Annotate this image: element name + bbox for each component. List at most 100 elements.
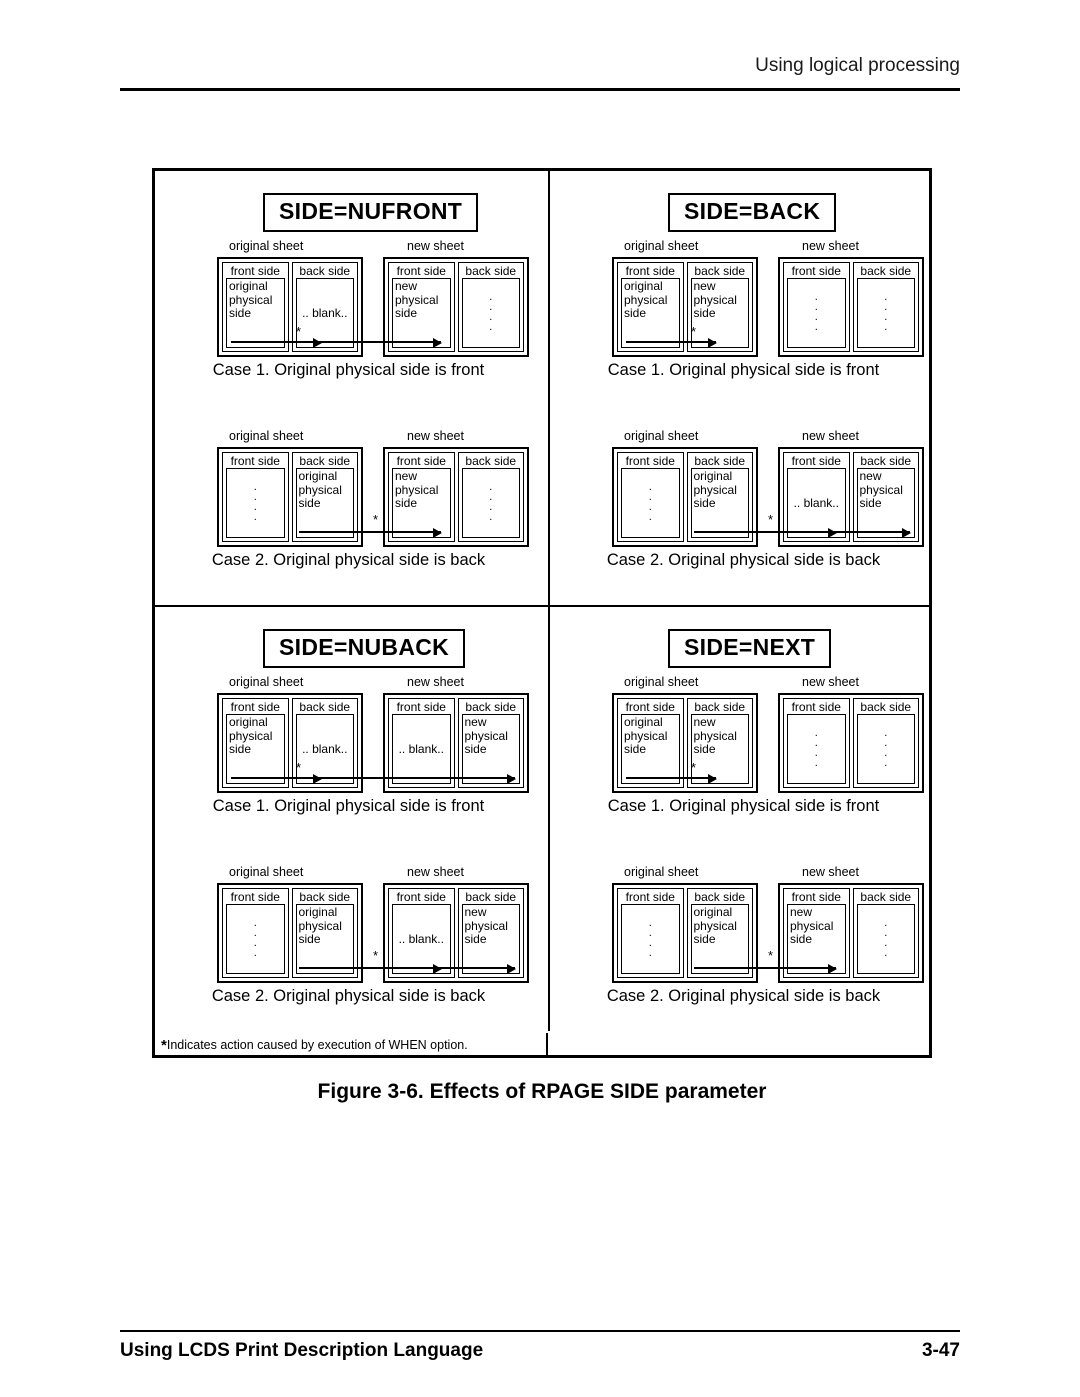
new-sheet-label: new sheet	[407, 865, 464, 879]
side-body-original-front: original physical side	[621, 714, 680, 784]
side-header-original-front: front side	[625, 454, 675, 468]
side-header-original-front: front side	[625, 890, 675, 904]
flow-arrow-original-back-to-new-front	[299, 528, 442, 538]
new-sheet-sides: front side new physical side back side....	[388, 452, 524, 542]
side-body-new-back: ....	[461, 278, 520, 348]
page-header: Using logical processing	[755, 55, 960, 76]
empty-dots-icon: ....	[884, 727, 888, 770]
side-header-original-front: front side	[625, 700, 675, 714]
side-column-original-front: front side....	[222, 452, 289, 542]
original-sheet-sides: front side original physical side back side.…	[222, 262, 358, 352]
side-header-original-back: back side	[299, 700, 351, 714]
footer-rule	[120, 1330, 960, 1332]
side-column-original-front: front side original physical side	[222, 698, 289, 788]
original-sheet-label: original sheet	[229, 675, 304, 689]
side-body-original-back: .. blank..	[295, 278, 354, 348]
side-body-new-front: .. blank..	[392, 714, 451, 784]
side-body-new-back: ....	[856, 714, 915, 784]
side-column-new-back: back side....	[852, 698, 919, 788]
side-parameter-title-back: SIDE=BACK	[668, 193, 837, 232]
physical-side-label: new physical side	[693, 715, 737, 756]
side-column-new-back: back side....	[852, 888, 919, 978]
footnote-label: Indicates action caused by execution of …	[166, 1037, 468, 1052]
physical-side-label: new physical side	[395, 279, 439, 320]
side-column-new-front: front side new physical side	[388, 262, 455, 352]
side-header-new-back: back side	[465, 890, 517, 904]
original-sheet-label: original sheet	[624, 675, 699, 689]
new-sheet-label: new sheet	[802, 239, 859, 253]
original-sheet-sides: front side.... back side original physical s…	[222, 888, 358, 978]
original-sheet-sides: front side.... back side original physical s…	[617, 452, 753, 542]
when-option-asterisk-icon: *	[768, 512, 774, 527]
side-body-original-front: ....	[621, 904, 680, 974]
flow-arrow-original-back-to-new-front	[694, 964, 837, 974]
side-header-original-back: back side	[694, 890, 746, 904]
side-column-original-back: back side .. blank..	[291, 698, 358, 788]
side-header-original-front: front side	[625, 264, 675, 278]
header-rule	[120, 88, 960, 91]
side-column-new-front: front side....	[783, 262, 850, 352]
when-option-asterisk-icon: *	[373, 512, 379, 527]
side-column-original-back: back side original physical side	[291, 452, 358, 542]
new-sheet-label: new sheet	[802, 865, 859, 879]
original-sheet-sides: front side original physical side back side n…	[617, 698, 753, 788]
side-header-new-front: front side	[396, 264, 446, 278]
original-sheet-label: original sheet	[624, 239, 699, 253]
new-sheet-sides: front side .. blank.. back side new physical…	[783, 452, 919, 542]
case-block: original sheet new sheet front side origina…	[550, 675, 937, 840]
side-header-new-back: back side	[860, 700, 912, 714]
when-option-asterisk-icon: *	[296, 324, 302, 339]
physical-side-label: original physical side	[229, 715, 273, 756]
blank-label: .. blank..	[398, 932, 444, 946]
side-body-original-front: ....	[621, 468, 680, 538]
original-sheet-sides: front side.... back side original physical s…	[222, 452, 358, 542]
case-block: original sheet new sheet front side.... bac…	[550, 865, 937, 1030]
side-parameter-title-nufront: SIDE=NUFRONT	[263, 193, 479, 232]
side-body-original-front: original physical side	[621, 278, 680, 348]
physical-side-label: new physical side	[464, 715, 508, 756]
footnote-text: *Indicates action caused by execution of…	[161, 1037, 468, 1054]
side-column-original-front: front side original physical side	[617, 698, 684, 788]
side-header-original-front: front side	[230, 264, 280, 278]
original-sheet-label: original sheet	[624, 865, 699, 879]
empty-dots-icon: ....	[253, 917, 257, 960]
side-header-new-back: back side	[465, 700, 517, 714]
when-option-asterisk-icon: *	[296, 760, 302, 775]
side-column-new-front: front side new physical side	[783, 888, 850, 978]
side-column-original-back: back side .. blank..	[291, 262, 358, 352]
side-header-original-front: front side	[230, 700, 280, 714]
side-column-new-back: back side....	[457, 262, 524, 352]
blank-label: .. blank..	[398, 742, 444, 756]
side-header-original-back: back side	[299, 454, 351, 468]
side-column-new-back: back side....	[852, 262, 919, 352]
blank-label: .. blank..	[302, 742, 348, 756]
side-body-original-back: new physical side	[690, 714, 749, 784]
footer-document-title: Using LCDS Print Description Language	[120, 1340, 484, 1361]
side-column-new-front: front side .. blank..	[783, 452, 850, 542]
footer-page-number: 3-47	[921, 1340, 960, 1361]
side-body-original-front: ....	[226, 904, 285, 974]
original-sheet-label: original sheet	[229, 429, 304, 443]
empty-dots-icon: ....	[489, 291, 493, 334]
side-body-original-front: original physical side	[226, 714, 285, 784]
physical-side-label: new physical side	[693, 279, 737, 320]
empty-dots-icon: ....	[884, 917, 888, 960]
side-header-new-back: back side	[860, 454, 912, 468]
blank-label: .. blank..	[302, 306, 348, 320]
physical-side-label: original physical side	[624, 715, 668, 756]
figure-rpage-side-diagram: * Indicates action caused by execution of…	[152, 168, 932, 1058]
when-option-asterisk-icon: *	[691, 760, 697, 775]
side-header-new-front: front side	[791, 264, 841, 278]
side-column-new-front: front side .. blank..	[388, 698, 455, 788]
new-sheet-label: new sheet	[407, 239, 464, 253]
side-body-new-front: ....	[787, 278, 846, 348]
new-sheet-sides: front side.... back side....	[783, 698, 919, 788]
case-caption: Case 1. Original physical side is front	[607, 797, 880, 815]
side-column-new-front: front side .. blank..	[388, 888, 455, 978]
side-column-new-front: front side new physical side	[388, 452, 455, 542]
physical-side-label: original physical side	[298, 905, 342, 946]
new-sheet: front side.... back side....	[778, 257, 924, 357]
physical-side-label: new physical side	[395, 469, 439, 510]
physical-side-label: original physical side	[298, 469, 342, 510]
side-column-original-front: front side....	[617, 888, 684, 978]
